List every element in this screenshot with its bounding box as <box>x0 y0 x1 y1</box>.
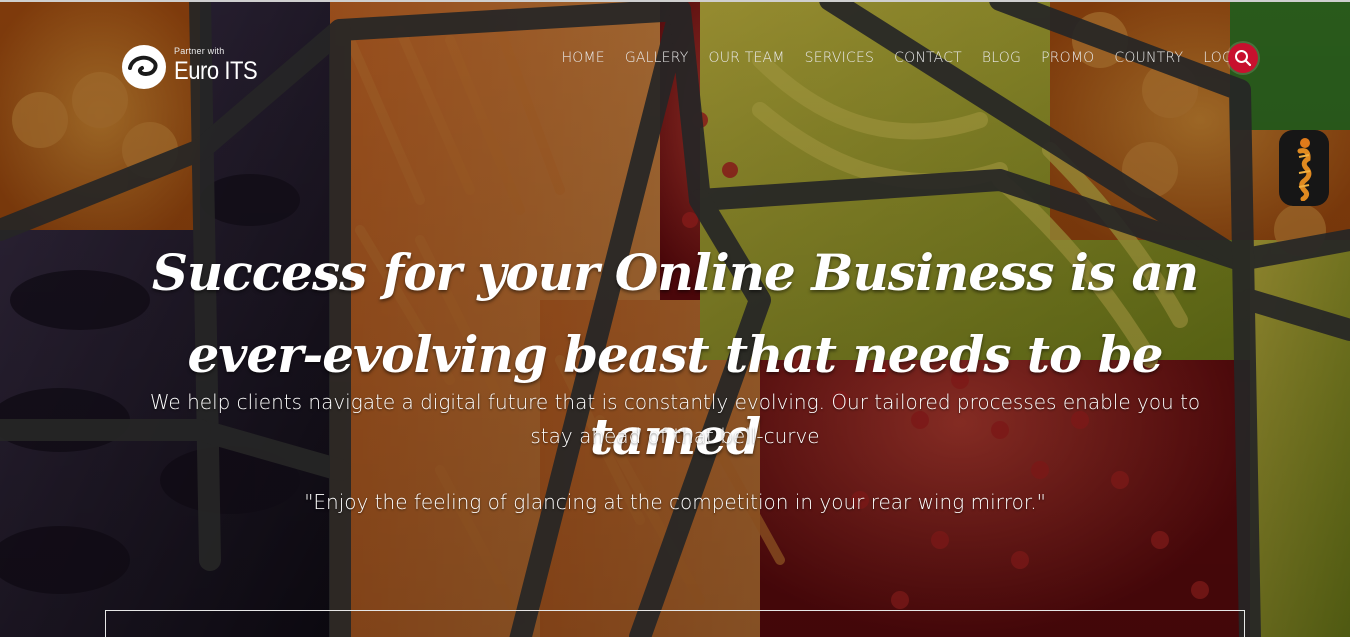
side-floating-badge[interactable] <box>1279 130 1329 206</box>
logo[interactable]: Partner with Euro ITS <box>120 42 270 92</box>
logo-name: Euro ITS <box>174 57 258 85</box>
logo-mark-icon <box>122 45 166 89</box>
search-button[interactable] <box>1228 43 1258 73</box>
logo-tagline: Partner with <box>174 46 225 56</box>
nav-item-services[interactable]: SERVICES <box>795 50 885 66</box>
bottom-content-box <box>105 610 1245 637</box>
nav-item-contact[interactable]: CONTACT <box>884 50 972 66</box>
hero-quote: "Enjoy the feeling of glancing at the co… <box>304 490 1046 514</box>
main-nav: HOME GALLERY OUR TEAM SERVICES CONTACT B… <box>552 47 1258 69</box>
nav-item-home[interactable]: HOME <box>552 50 615 66</box>
nav-item-promo[interactable]: PROMO <box>1031 50 1104 66</box>
top-border <box>0 0 1350 2</box>
nav-item-gallery[interactable]: GALLERY <box>615 50 699 66</box>
nav-item-our-team[interactable]: OUR TEAM <box>699 50 795 66</box>
nav-item-blog[interactable]: BLOG <box>972 50 1031 66</box>
search-icon <box>1235 50 1252 67</box>
nav-item-country[interactable]: COUNTRY <box>1104 50 1193 66</box>
person-figure-icon <box>1297 138 1312 201</box>
hero-subtext: We help clients navigate a digital futur… <box>149 390 1201 448</box>
hero-section: Partner with Euro ITS HOME GALLERY OUR T… <box>0 0 1350 637</box>
